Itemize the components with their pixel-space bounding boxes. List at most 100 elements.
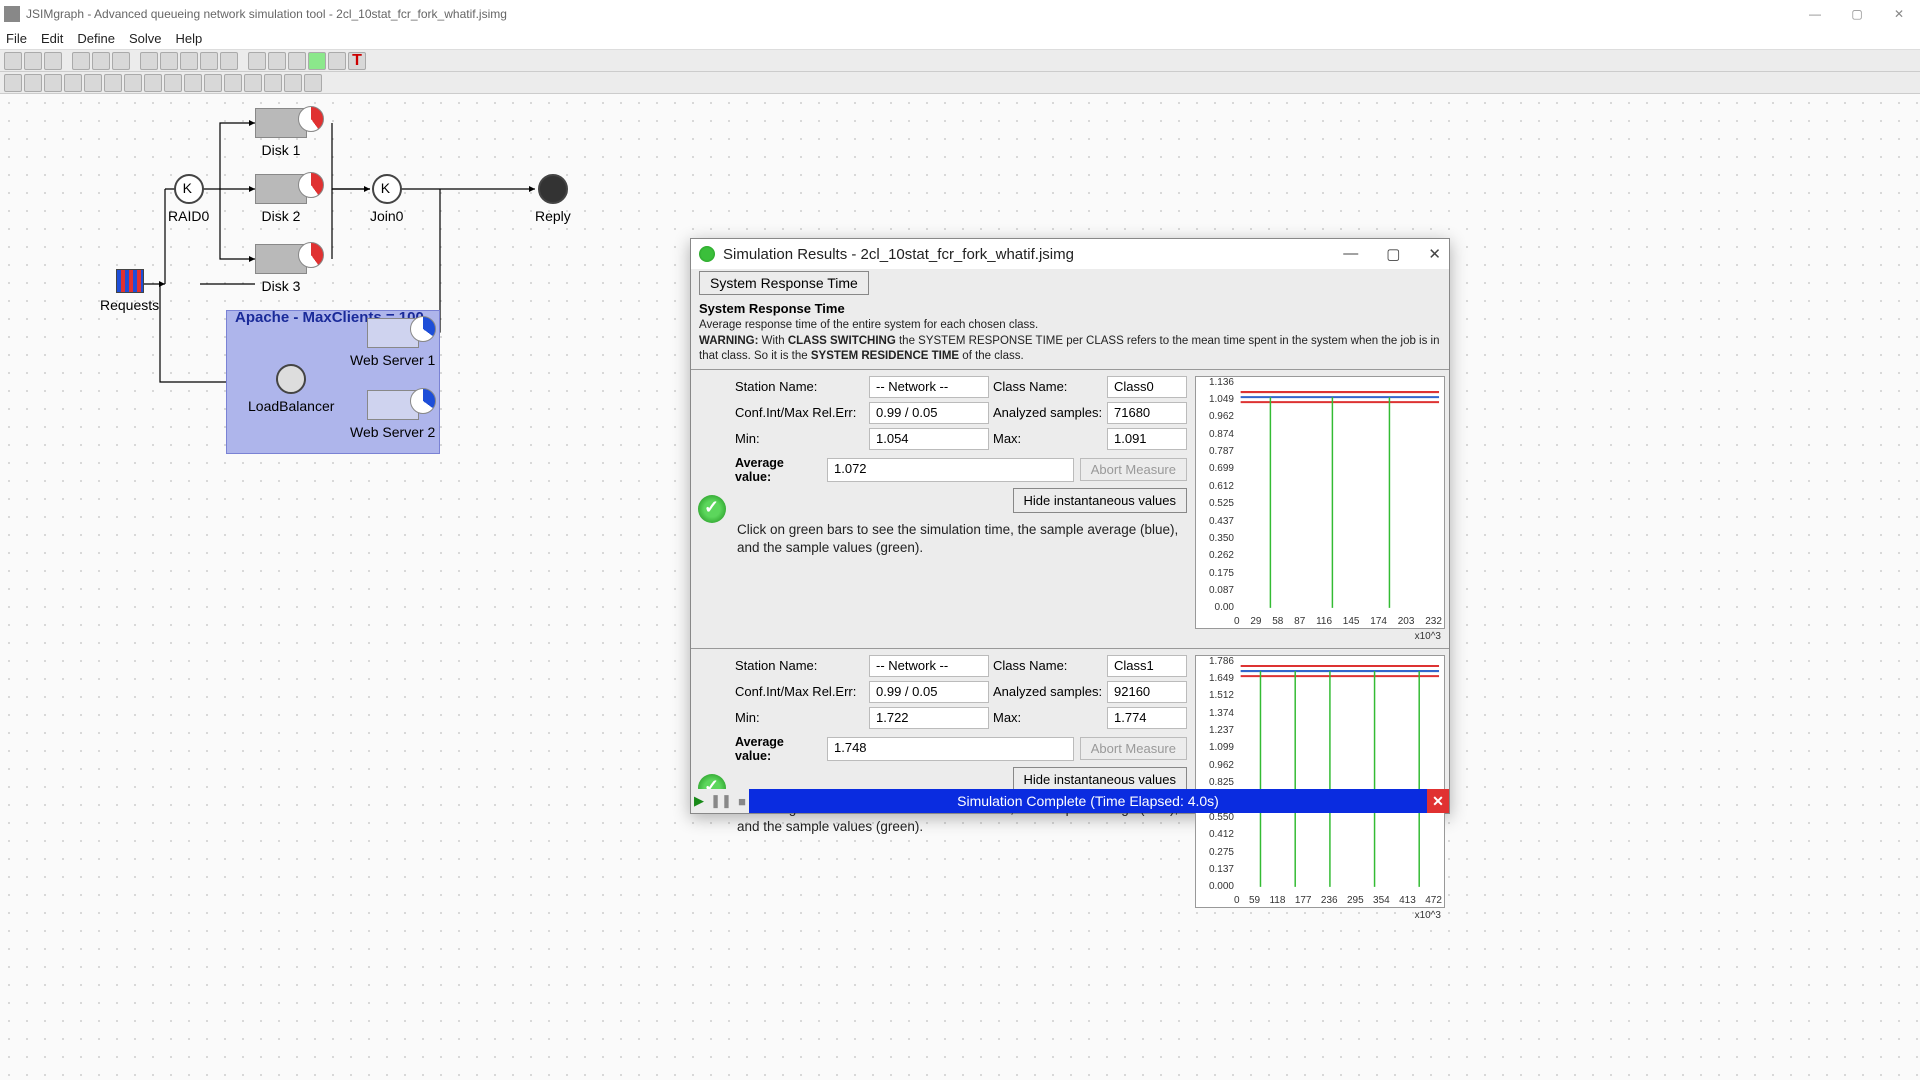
new-icon[interactable] xyxy=(4,52,22,70)
min-field: 1.722 xyxy=(869,707,989,729)
mva-icon[interactable] xyxy=(220,52,238,70)
cut-icon[interactable] xyxy=(72,52,90,70)
measure-class1: Station Name: -- Network -- Class Name: … xyxy=(691,648,1449,927)
node-reply[interactable]: Reply xyxy=(535,174,571,224)
place-tool-icon[interactable] xyxy=(244,74,262,92)
results-icon xyxy=(699,246,715,262)
sim-stop-icon[interactable]: ■ xyxy=(738,794,746,809)
progress-close-icon[interactable]: ✕ xyxy=(1427,789,1449,813)
max-field: 1.774 xyxy=(1107,707,1187,729)
sim-pause-icon[interactable]: ❚❚ xyxy=(710,793,732,809)
measure-class0: Station Name: -- Network -- Class Name: … xyxy=(691,369,1449,648)
join-icon: K xyxy=(372,174,402,204)
menu-file[interactable]: File xyxy=(6,31,27,46)
connection-tool-icon[interactable] xyxy=(284,74,302,92)
node-webserver1[interactable]: Web Server 1 xyxy=(350,318,435,368)
hide-values-button[interactable]: Hide instantaneous values xyxy=(1013,767,1188,792)
mini-chart-class0[interactable]: 1.1361.0490.9620.8740.7870.6990.6120.525… xyxy=(1195,376,1445,642)
node-webserver2[interactable]: Web Server 2 xyxy=(350,390,435,440)
node-requests[interactable]: Requests xyxy=(100,269,159,313)
queue-icon xyxy=(255,108,307,138)
hint-text: Click on green bars to see the simulatio… xyxy=(735,517,1187,557)
source-icon xyxy=(116,269,144,293)
minimize-icon[interactable]: — xyxy=(1806,7,1824,21)
sim-play-icon[interactable]: ▶ xyxy=(694,793,704,809)
dialog-minimize-icon[interactable]: — xyxy=(1343,245,1358,263)
mini-chart-class1[interactable]: 1.7861.6491.5121.3741.2371.0990.9620.825… xyxy=(1195,655,1445,921)
node-raid0[interactable]: K RAID0 xyxy=(168,174,209,224)
copy-icon[interactable] xyxy=(92,52,110,70)
measures-icon[interactable] xyxy=(160,52,178,70)
menu-define[interactable]: Define xyxy=(77,31,115,46)
join-tool-icon[interactable] xyxy=(144,74,162,92)
node-join0[interactable]: K Join0 xyxy=(370,174,403,224)
section-description: Average response time of the entire syst… xyxy=(691,318,1449,369)
fork-tool-icon[interactable] xyxy=(124,74,142,92)
station-name-field: -- Network -- xyxy=(869,376,989,398)
server-pie-icon xyxy=(410,316,436,342)
whatif-icon[interactable] xyxy=(180,52,198,70)
samples-field: 71680 xyxy=(1107,402,1187,424)
window-title: JSIMgraph - Advanced queueing network si… xyxy=(26,7,507,21)
app-icon xyxy=(4,6,20,22)
save-icon[interactable] xyxy=(44,52,62,70)
average-value-field: 1.748 xyxy=(827,737,1074,761)
menu-help[interactable]: Help xyxy=(175,31,202,46)
stop-icon[interactable] xyxy=(288,52,306,70)
transition-tool-icon[interactable] xyxy=(264,74,282,92)
semaphore-tool-icon[interactable] xyxy=(204,74,222,92)
dialog-maximize-icon[interactable]: ▢ xyxy=(1386,245,1400,263)
node-disk3[interactable]: Disk 3 xyxy=(255,244,307,294)
fork-icon: K xyxy=(174,174,204,204)
pause-icon[interactable] xyxy=(268,52,286,70)
delay-tool-icon[interactable] xyxy=(84,74,102,92)
classes-icon[interactable] xyxy=(140,52,158,70)
maximize-icon[interactable]: ▢ xyxy=(1848,7,1866,21)
node-disk2[interactable]: Disk 2 xyxy=(255,174,307,224)
scaler-tool-icon[interactable] xyxy=(224,74,242,92)
main-window-titlebar: JSIMgraph - Advanced queueing network si… xyxy=(0,0,1920,28)
success-check-icon xyxy=(698,495,726,523)
close-icon[interactable]: ✕ xyxy=(1890,7,1908,21)
open-icon[interactable] xyxy=(24,52,42,70)
region-tool-icon[interactable] xyxy=(304,74,322,92)
simulation-status-bar: ▶ ❚❚ ■ Simulation Complete (Time Elapsed… xyxy=(691,789,1449,813)
abort-measure-button[interactable]: Abort Measure xyxy=(1080,737,1187,760)
router-tool-icon[interactable] xyxy=(104,74,122,92)
menu-solve[interactable]: Solve xyxy=(129,31,162,46)
tab-system-response-time[interactable]: System Response Time xyxy=(699,271,869,295)
export-icon[interactable] xyxy=(328,52,346,70)
toolbar-palette xyxy=(0,72,1920,94)
queue-icon xyxy=(255,244,307,274)
node-loadbalancer[interactable]: LoadBalancer xyxy=(248,364,334,414)
paste-icon[interactable] xyxy=(112,52,130,70)
server-pie-icon xyxy=(298,242,324,268)
confint-field: 0.99 / 0.05 xyxy=(869,402,989,424)
source-tool-icon[interactable] xyxy=(24,74,42,92)
play-icon[interactable] xyxy=(248,52,266,70)
queue-tool-icon[interactable] xyxy=(64,74,82,92)
class-switch-tool-icon[interactable] xyxy=(184,74,202,92)
hide-values-button[interactable]: Hide instantaneous values xyxy=(1013,488,1188,513)
sink-tool-icon[interactable] xyxy=(44,74,62,92)
dialog-close-icon[interactable]: ✕ xyxy=(1428,245,1441,263)
window-controls: — ▢ ✕ xyxy=(1806,7,1916,21)
menu-bar: File Edit Define Solve Help xyxy=(0,28,1920,50)
server-pie-icon xyxy=(410,388,436,414)
menu-edit[interactable]: Edit xyxy=(41,31,63,46)
confint-field: 0.99 / 0.05 xyxy=(869,681,989,703)
node-disk1[interactable]: Disk 1 xyxy=(255,108,307,158)
server-pie-icon xyxy=(298,106,324,132)
validate-icon[interactable] xyxy=(308,52,326,70)
logger-tool-icon[interactable] xyxy=(164,74,182,92)
queue-icon xyxy=(255,174,307,204)
section-header: System Response Time xyxy=(691,297,1449,318)
select-tool-icon[interactable] xyxy=(4,74,22,92)
simulation-results-dialog: Simulation Results - 2cl_10stat_fcr_fork… xyxy=(690,238,1450,814)
abort-measure-button[interactable]: Abort Measure xyxy=(1080,458,1187,481)
toolbar-main: T xyxy=(0,50,1920,72)
dialog-titlebar[interactable]: Simulation Results - 2cl_10stat_fcr_fork… xyxy=(691,239,1449,269)
min-field: 1.054 xyxy=(869,428,989,450)
results-icon[interactable] xyxy=(200,52,218,70)
text-icon[interactable]: T xyxy=(348,52,366,70)
